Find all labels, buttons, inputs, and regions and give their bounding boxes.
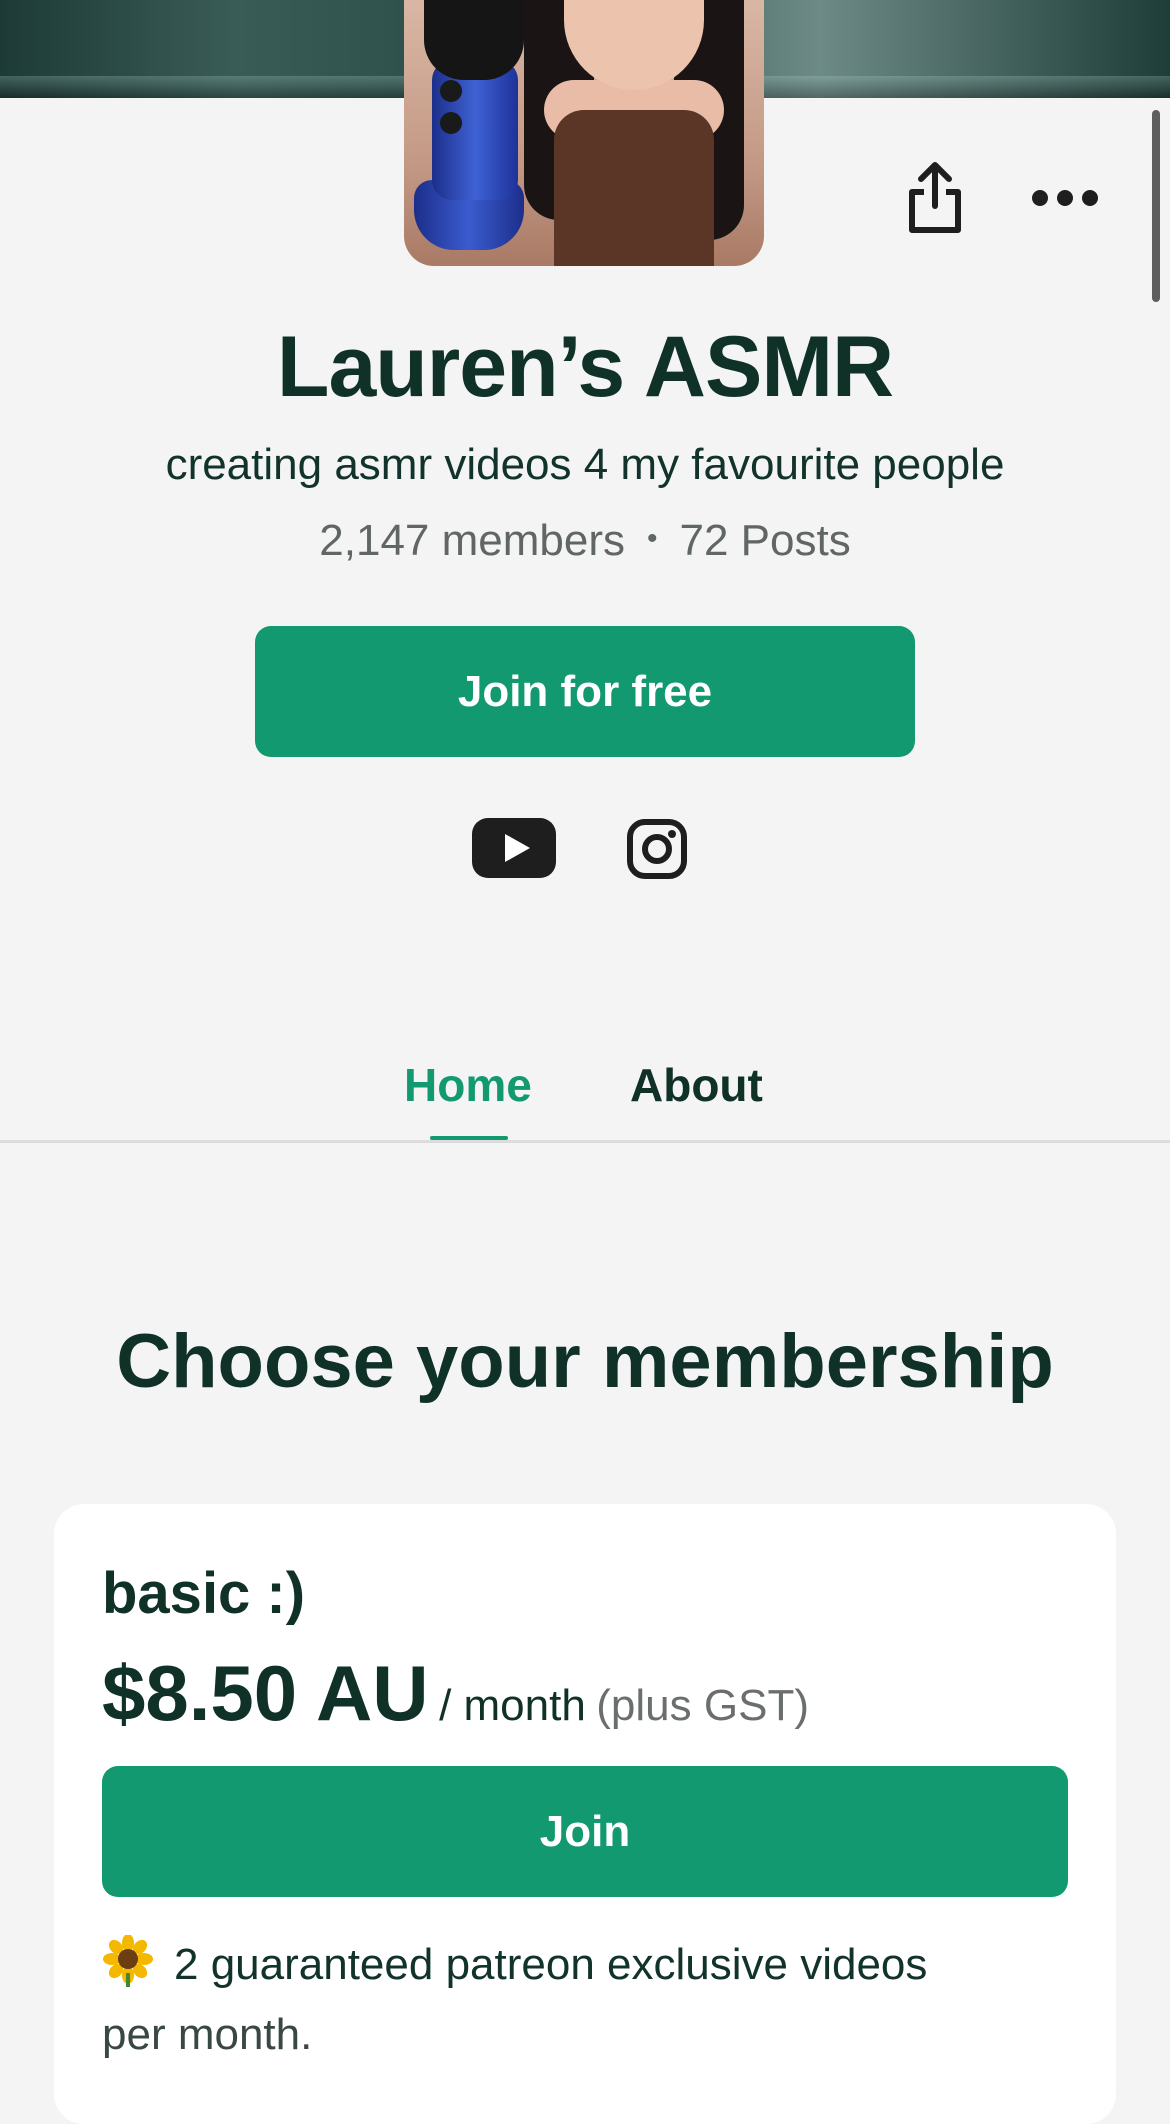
members-count: 2,147 members — [319, 516, 625, 565]
membership-section-title: Choose your membership — [116, 1319, 1054, 1404]
microphone-image — [414, 0, 524, 260]
benefit-text-line1: 2 guaranteed patreon exclusive videos — [174, 1940, 928, 1989]
scrollbar[interactable] — [1152, 110, 1160, 302]
youtube-icon — [472, 818, 556, 878]
creator-avatar[interactable] — [404, 0, 764, 266]
more-options-button[interactable] — [1030, 178, 1100, 218]
active-tab-indicator — [430, 1136, 508, 1140]
membership-tier-card: basic :) $8.50 AU / month (plus GST) Joi… — [54, 1504, 1116, 2124]
tab-bar: Home About — [0, 1040, 1170, 1143]
share-button[interactable] — [900, 160, 970, 236]
more-horizontal-icon — [1032, 190, 1098, 206]
creator-tagline: creating asmr videos 4 my favourite peop… — [165, 440, 1005, 489]
creator-stats: 2,147 members • 72 Posts — [0, 516, 1170, 566]
tier-price: $8.50 AU — [102, 1649, 429, 1737]
sunflower-icon — [103, 1935, 153, 1987]
tab-home[interactable]: Home — [404, 1058, 532, 1112]
creator-name: Lauren’s ASMR — [276, 319, 894, 415]
youtube-link[interactable] — [470, 816, 558, 880]
posts-count: 72 Posts — [679, 516, 851, 565]
tier-name: basic :) — [102, 1561, 306, 1626]
share-icon — [909, 162, 961, 233]
stats-separator: • — [646, 522, 658, 556]
tier-price-row: $8.50 AU / month (plus GST) — [102, 1648, 809, 1739]
tier-period: / month — [439, 1681, 586, 1730]
tab-about[interactable]: About — [630, 1058, 763, 1112]
tier-tax-note: (plus GST) — [596, 1681, 809, 1730]
join-tier-button[interactable]: Join — [102, 1766, 1068, 1897]
instagram-link[interactable] — [626, 818, 688, 880]
instagram-icon — [627, 819, 687, 879]
join-for-free-button[interactable]: Join for free — [255, 626, 915, 757]
tier-benefit: 2 guaranteed patreon exclusive videos pe… — [102, 1930, 1082, 2070]
